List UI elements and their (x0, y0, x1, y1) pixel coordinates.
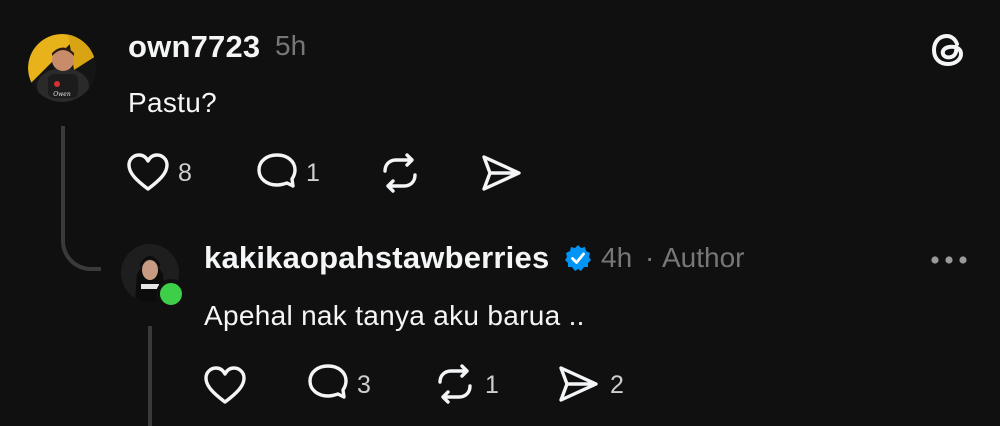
reply-text: Apehal nak tanya aku barua .. (204, 300, 585, 331)
send-icon[interactable] (556, 362, 600, 406)
post-like-count: 8 (178, 159, 192, 187)
author-label: Author (662, 242, 745, 273)
verified-badge-icon (564, 244, 592, 272)
reply-username[interactable]: kakikaopahstawberries (204, 240, 549, 276)
reply-thread-line (148, 326, 152, 426)
meta-separator: · (645, 242, 655, 273)
more-horizontal-icon[interactable] (930, 254, 970, 266)
post-text: Pastu? (128, 87, 217, 118)
threads-logo-icon[interactable] (926, 28, 970, 72)
repost-icon[interactable] (433, 362, 477, 406)
comment-icon[interactable] (255, 151, 299, 195)
reply-share-count: 2 (610, 371, 624, 399)
repost-icon[interactable] (378, 151, 422, 195)
comment-icon[interactable] (306, 362, 350, 406)
post-username[interactable]: own7723 (128, 29, 260, 65)
reply-repost-count: 1 (485, 371, 499, 399)
thread-connector (61, 126, 101, 271)
post-reply-count: 1 (306, 159, 320, 187)
heart-icon[interactable] (126, 151, 170, 193)
heart-icon[interactable] (203, 364, 247, 406)
post-avatar-image: Owen (28, 34, 96, 102)
post-timestamp: 5h (275, 30, 307, 61)
send-icon[interactable] (479, 151, 523, 195)
reply-timestamp: 4h (601, 242, 633, 273)
svg-text:Owen: Owen (53, 91, 71, 98)
post-avatar[interactable]: Owen (28, 34, 96, 102)
online-status-indicator (156, 279, 186, 309)
reply-comment-count: 3 (357, 371, 371, 399)
